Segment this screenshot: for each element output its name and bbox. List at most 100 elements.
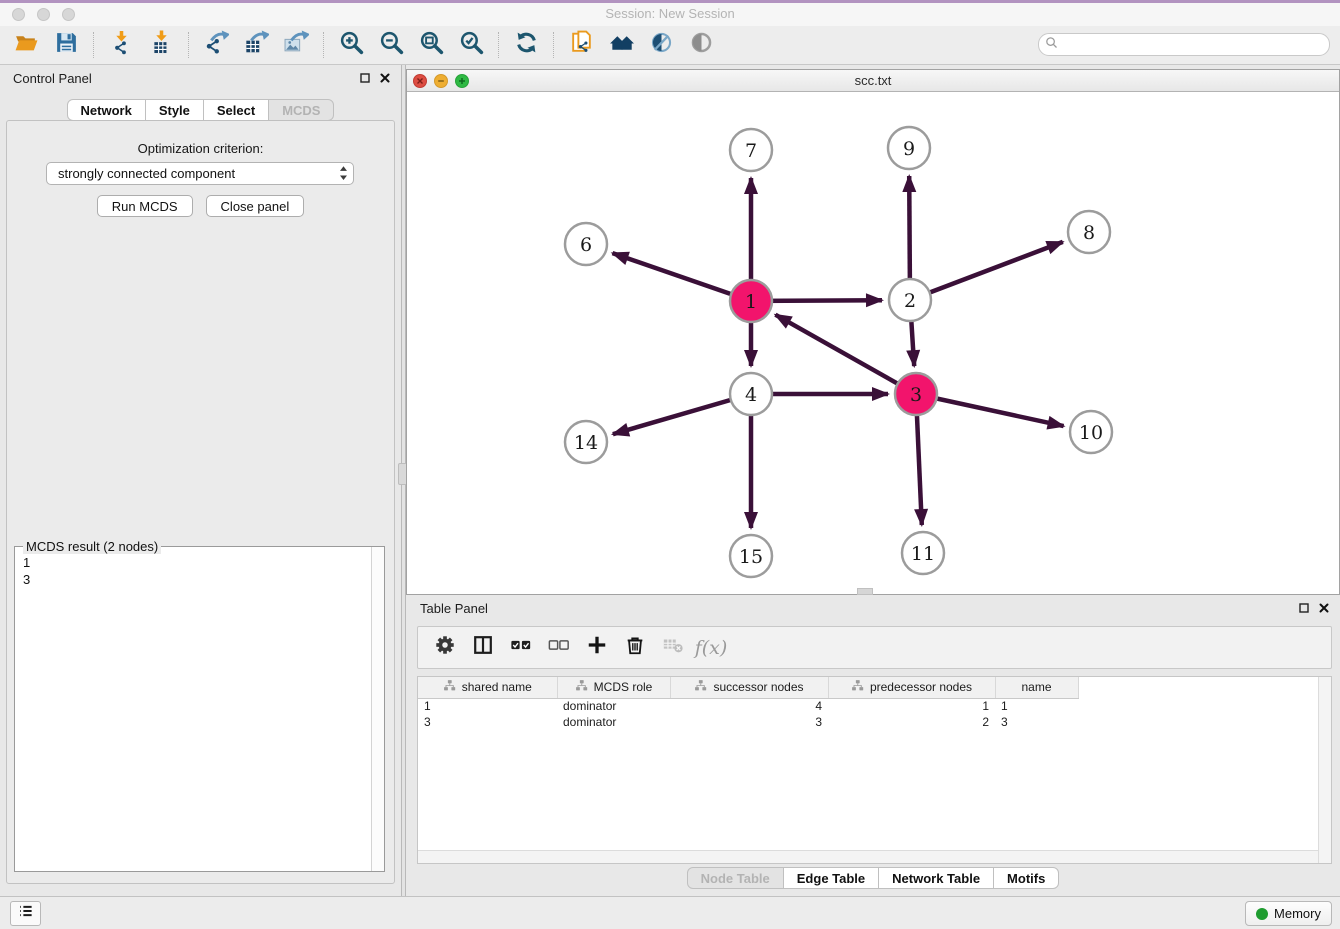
- zoom-selected-button[interactable]: [451, 29, 491, 61]
- export-table-button[interactable]: [236, 29, 276, 61]
- table-cell[interactable]: dominator: [557, 698, 670, 714]
- refresh-layout-button[interactable]: [506, 29, 546, 61]
- search-input[interactable]: [1059, 36, 1329, 54]
- graph-node-2[interactable]: 2: [889, 279, 931, 321]
- table-cell[interactable]: 3: [670, 714, 828, 730]
- control-panel: Control Panel NetworkStyleSelectMCDS Opt…: [0, 65, 401, 896]
- tab-node-table[interactable]: Node Table: [687, 867, 784, 889]
- table-cell[interactable]: 2: [828, 714, 995, 730]
- memory-button[interactable]: Memory: [1245, 901, 1332, 926]
- table-cell[interactable]: 1: [995, 698, 1078, 714]
- tab-network-table[interactable]: Network Table: [878, 867, 994, 889]
- network-graph[interactable]: 7 9 6 8 1 2 4 3 14 10 15 11: [407, 92, 1339, 594]
- show-panels-button[interactable]: [10, 901, 41, 926]
- table-panel: Table Panel f(x) shared nameMCDS rolesuc…: [406, 595, 1340, 896]
- list-icon: [17, 902, 35, 925]
- graph-node-6[interactable]: 6: [565, 223, 607, 265]
- column-header[interactable]: shared name: [418, 677, 557, 698]
- save-session-icon: [54, 30, 79, 60]
- column-header[interactable]: name: [995, 677, 1078, 698]
- graph-node-11[interactable]: 11: [902, 532, 944, 574]
- table-cell[interactable]: dominator: [557, 714, 670, 730]
- first-neighbors-button[interactable]: [601, 29, 641, 61]
- settings-button[interactable]: [426, 631, 464, 665]
- mcds-result-text[interactable]: 1 3: [15, 552, 370, 871]
- table-cell[interactable]: 1: [828, 698, 995, 714]
- table-horizontal-scrollbar[interactable]: [418, 850, 1318, 863]
- import-table-button[interactable]: [141, 29, 181, 61]
- unselect-all-icon: [548, 634, 570, 661]
- unselect-all-button[interactable]: [540, 631, 578, 665]
- search-field[interactable]: [1038, 33, 1330, 56]
- tab-motifs[interactable]: Motifs: [993, 867, 1059, 889]
- export-network-button[interactable]: [196, 29, 236, 61]
- table-vertical-scrollbar[interactable]: [1318, 677, 1331, 863]
- float-panel-icon[interactable]: [359, 71, 371, 89]
- control-panel-tabs: NetworkStyleSelectMCDS: [0, 99, 401, 121]
- criterion-select[interactable]: strongly connected component: [46, 162, 354, 185]
- tab-style[interactable]: Style: [145, 99, 204, 121]
- network-window-titlebar[interactable]: scc.txt: [407, 70, 1339, 92]
- add-icon: [586, 634, 608, 661]
- copy-network-button[interactable]: [561, 29, 601, 61]
- table-cell[interactable]: 4: [670, 698, 828, 714]
- zoom-fit-button[interactable]: [411, 29, 451, 61]
- columns-button[interactable]: [464, 631, 502, 665]
- column-header[interactable]: MCDS role: [557, 677, 670, 698]
- result-scrollbar[interactable]: [371, 547, 384, 871]
- table-cell[interactable]: 3: [995, 714, 1078, 730]
- float-panel-icon[interactable]: [1298, 601, 1310, 619]
- close-panel-button[interactable]: Close panel: [206, 195, 305, 217]
- hide-details-icon: [649, 30, 674, 60]
- graph-node-9[interactable]: 9: [888, 127, 930, 169]
- split-drag-handle[interactable]: [857, 588, 873, 595]
- open-session-button[interactable]: [6, 29, 46, 61]
- tab-edge-table[interactable]: Edge Table: [783, 867, 879, 889]
- zoom-in-icon: [339, 30, 364, 60]
- edge-2-8[interactable]: [910, 242, 1063, 300]
- graph-node-14[interactable]: 14: [565, 421, 607, 463]
- delete-table-button: [654, 631, 692, 665]
- graph-node-15[interactable]: 15: [730, 535, 772, 577]
- birdseye-view-button[interactable]: [681, 29, 721, 61]
- graph-node-1[interactable]: 1: [730, 280, 772, 322]
- edge-3-1[interactable]: [775, 315, 916, 394]
- table-cell[interactable]: 3: [418, 714, 557, 730]
- import-network-button[interactable]: [101, 29, 141, 61]
- run-mcds-button[interactable]: Run MCDS: [97, 195, 193, 217]
- delete-button[interactable]: [616, 631, 654, 665]
- close-panel-icon[interactable]: [379, 71, 391, 89]
- tree-icon: [851, 679, 864, 695]
- graph-node-7[interactable]: 7: [730, 129, 772, 171]
- import-table-icon: [149, 30, 174, 60]
- tab-mcds[interactable]: MCDS: [268, 99, 334, 121]
- zoom-in-button[interactable]: [331, 29, 371, 61]
- select-all-button[interactable]: [502, 631, 540, 665]
- tab-select[interactable]: Select: [203, 99, 269, 121]
- save-session-button[interactable]: [46, 29, 86, 61]
- zoom-out-button[interactable]: [371, 29, 411, 61]
- hide-details-button[interactable]: [641, 29, 681, 61]
- tab-network[interactable]: Network: [67, 99, 146, 121]
- table-toolbar: f(x): [417, 626, 1332, 669]
- export-image-button[interactable]: [276, 29, 316, 61]
- close-panel-icon[interactable]: [1318, 601, 1330, 619]
- add-button[interactable]: [578, 631, 616, 665]
- node-label: 4: [745, 384, 757, 406]
- node-label: 14: [574, 432, 598, 454]
- table-row[interactable]: 3dominator323: [418, 714, 1078, 730]
- graph-node-4[interactable]: 4: [730, 373, 772, 415]
- graph-node-8[interactable]: 8: [1068, 211, 1110, 253]
- criterion-value: strongly connected component: [58, 166, 235, 181]
- column-header[interactable]: successor nodes: [670, 677, 828, 698]
- column-header[interactable]: predecessor nodes: [828, 677, 995, 698]
- graph-node-10[interactable]: 10: [1070, 411, 1112, 453]
- edge-3-10[interactable]: [916, 394, 1064, 426]
- function-button: f(x): [692, 631, 730, 665]
- graph-node-3[interactable]: 3: [895, 373, 937, 415]
- network-canvas[interactable]: 7 9 6 8 1 2 4 3 14 10 15 11: [407, 92, 1339, 594]
- copy-network-icon: [569, 30, 594, 60]
- table-cell[interactable]: 1: [418, 698, 557, 714]
- table-row[interactable]: 1dominator411: [418, 698, 1078, 714]
- window-title: Session: New Session: [0, 6, 1340, 21]
